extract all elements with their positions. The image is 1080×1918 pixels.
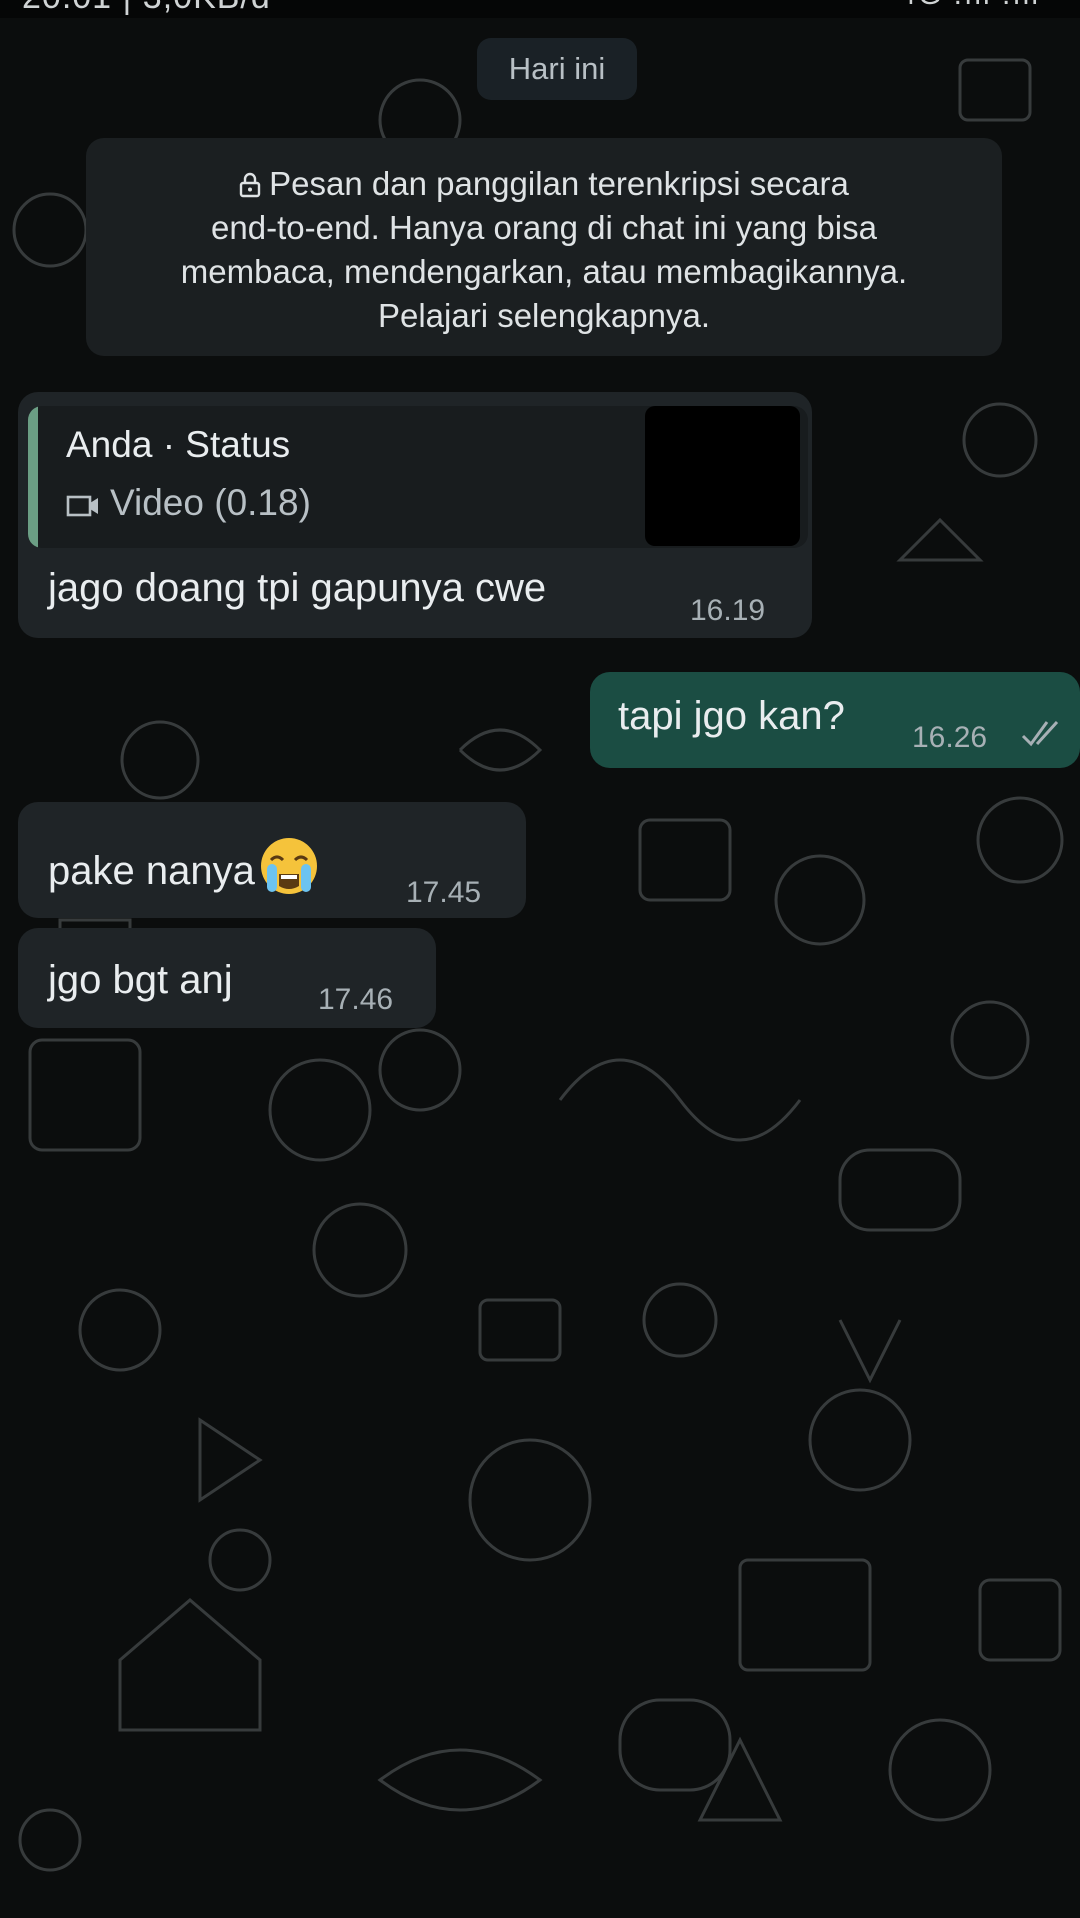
reply-author: Anda · Status xyxy=(66,424,291,465)
loudly-crying-face-emoji xyxy=(260,838,317,894)
chat-screen: 20.01 | 3,0KB/d 4G .ıll .ıll Hari ini Pe… xyxy=(0,0,1080,1918)
reply-media-text: Video (0.18) xyxy=(110,482,311,523)
status-video-thumbnail[interactable] xyxy=(645,406,800,546)
date-separator: Hari ini xyxy=(477,38,637,100)
encryption-notice-line-1: Pesan dan panggilan terenkripsi secara xyxy=(86,162,1002,206)
message-text: jago doang tpi gapunya cwe xyxy=(48,566,547,610)
encryption-text-3: membaca, mendengarkan, atau membagikanny… xyxy=(180,253,908,290)
message-text: jgo bgt anj xyxy=(48,958,233,1002)
message-text: tapi jgo kan? xyxy=(618,694,845,738)
message-time: 17.45 xyxy=(406,876,482,909)
encryption-notice[interactable]: Pesan dan panggilan terenkripsi secara e… xyxy=(86,138,1002,356)
learn-more-link[interactable]: Pelajari selengkapnya. xyxy=(86,294,1002,338)
status-bar-time-speed: 20.01 | 3,0KB/d xyxy=(22,0,271,17)
lock-icon xyxy=(239,172,261,198)
message-text-content: pake nanya xyxy=(48,849,255,893)
message-text: pake nanya xyxy=(48,834,321,898)
encryption-text-2: end-to-end. Hanya orang di chat ini yang… xyxy=(211,209,877,246)
status-bar-signal: 4G .ıll .ıll xyxy=(899,0,1040,12)
message-time: 17.46 xyxy=(318,983,394,1016)
message-time: 16.19 xyxy=(690,594,766,627)
read-receipt-icon xyxy=(1021,720,1059,747)
message-time: 16.26 xyxy=(912,721,988,754)
status-bar: 20.01 | 3,0KB/d 4G .ıll .ıll xyxy=(0,0,1080,18)
video-icon xyxy=(66,495,98,517)
reply-media-label: Video (0.18) xyxy=(66,482,311,524)
reply-accent-bar xyxy=(28,406,38,548)
encryption-text-1: Pesan dan panggilan terenkripsi secara xyxy=(269,165,849,202)
